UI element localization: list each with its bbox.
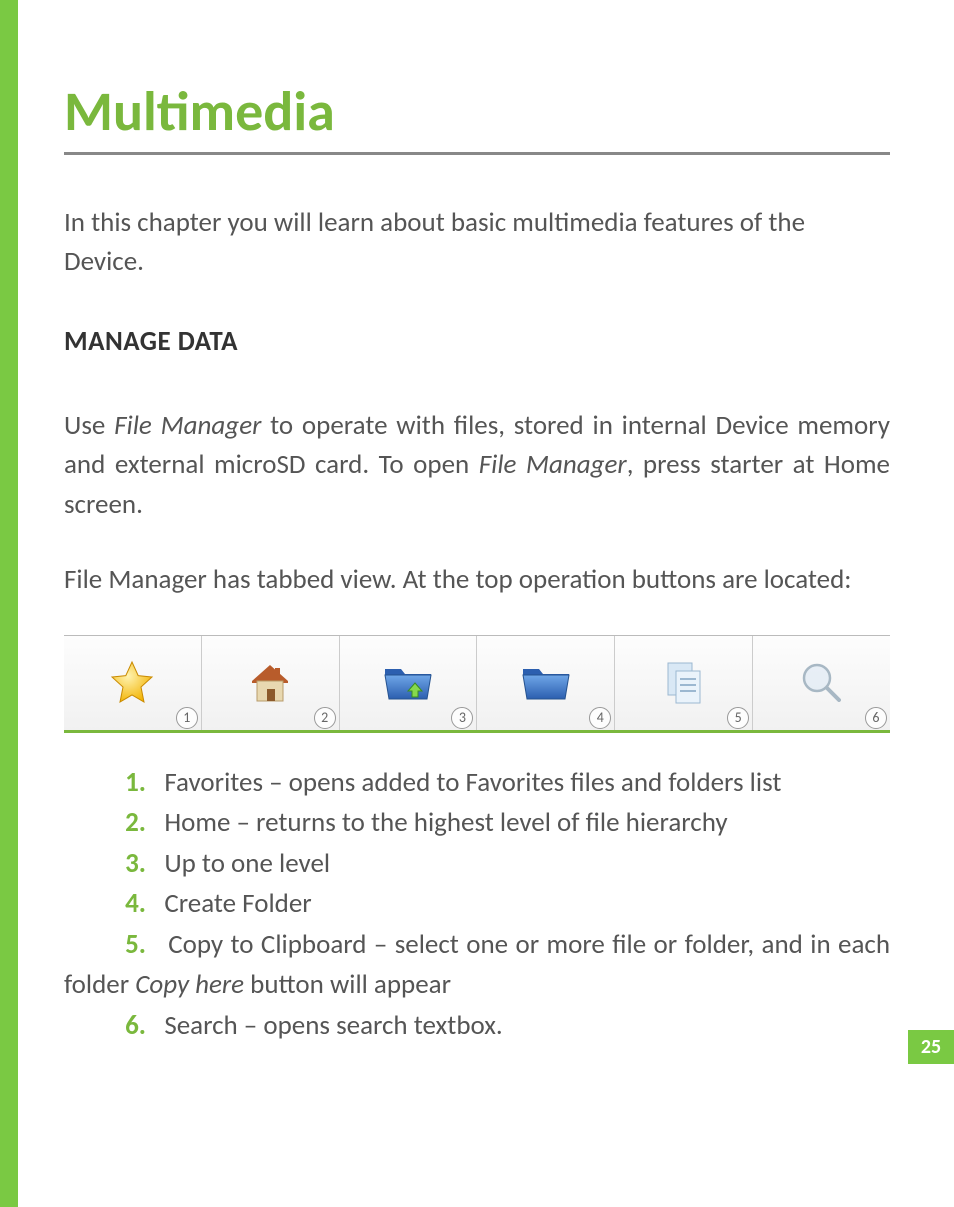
list-text: Home – returns to the highest level of f… — [164, 806, 727, 839]
intro-paragraph: In this chapter you will learn about bas… — [64, 203, 890, 281]
toolbar-badge: 6 — [865, 707, 887, 729]
emphasis-copy-here: Copy here — [135, 968, 244, 1001]
list-text: Favorites – opens added to Favorites fil… — [164, 766, 781, 799]
section-heading-manage-data: MANAGE DATA — [64, 325, 890, 358]
page-number: 25 — [908, 1030, 954, 1064]
list-item: 6. Search – opens search textbox. — [64, 1006, 890, 1047]
copy-icon — [662, 659, 706, 707]
toolbar-btn-copy-clipboard[interactable]: 5 — [615, 636, 753, 730]
toolbar-badge: 4 — [589, 707, 611, 729]
star-icon — [108, 659, 156, 707]
folder-up-icon — [382, 661, 434, 705]
emphasis-file-manager: File Manager — [479, 448, 627, 481]
list-item: 5. Copy to Clipboard – select one or mor… — [64, 925, 890, 1006]
list-number: 2. — [112, 803, 146, 844]
toolbar-badge: 3 — [451, 707, 473, 729]
toolbar-btn-search[interactable]: 6 — [753, 636, 890, 730]
paragraph-tabbed-view: File Manager has tabbed view. At the top… — [64, 560, 890, 599]
toolbar-btn-favorites[interactable]: 1 — [64, 636, 202, 730]
list-text: Search – opens search textbox. — [164, 1009, 502, 1042]
toolbar-btn-up-level[interactable]: 3 — [340, 636, 478, 730]
toolbar-badge: 2 — [314, 707, 336, 729]
toolbar-badge: 1 — [176, 707, 198, 729]
list-item: 2. Home – returns to the highest level o… — [64, 803, 890, 844]
list-item: 3. Up to one level — [64, 844, 890, 885]
emphasis-file-manager: File Manager — [114, 409, 261, 442]
list-number: 3. — [112, 844, 146, 885]
toolbar-btn-home[interactable]: 2 — [202, 636, 340, 730]
numbered-list: 1. Favorites – opens added to Favorites … — [64, 763, 890, 1047]
file-manager-toolbar: 1 2 3 4 — [64, 635, 890, 733]
page-content: Multimedia In this chapter you will lear… — [64, 78, 890, 1046]
toolbar-btn-create-folder[interactable]: 4 — [477, 636, 615, 730]
text-span: Use — [64, 409, 114, 442]
list-text: Up to one level — [164, 847, 330, 880]
text-span: button will appear — [244, 968, 451, 1001]
list-item: 1. Favorites – opens added to Favorites … — [64, 763, 890, 804]
list-number: 4. — [112, 884, 146, 925]
toolbar-badge: 5 — [727, 707, 749, 729]
list-text: Create Folder — [164, 887, 311, 920]
magnifier-icon — [799, 660, 845, 706]
left-sidebar — [0, 0, 18, 1207]
chapter-title: Multimedia — [64, 78, 890, 155]
list-text: Copy to Clipboard – select one or more f… — [64, 928, 890, 1002]
folder-icon — [520, 661, 572, 705]
list-number: 6. — [112, 1006, 146, 1047]
home-icon — [246, 659, 294, 707]
list-item: 4. Create Folder — [64, 884, 890, 925]
list-number: 1. — [112, 763, 146, 804]
list-number: 5. — [112, 925, 146, 966]
paragraph-file-manager-intro: Use File Manager to operate with files, … — [64, 406, 890, 523]
